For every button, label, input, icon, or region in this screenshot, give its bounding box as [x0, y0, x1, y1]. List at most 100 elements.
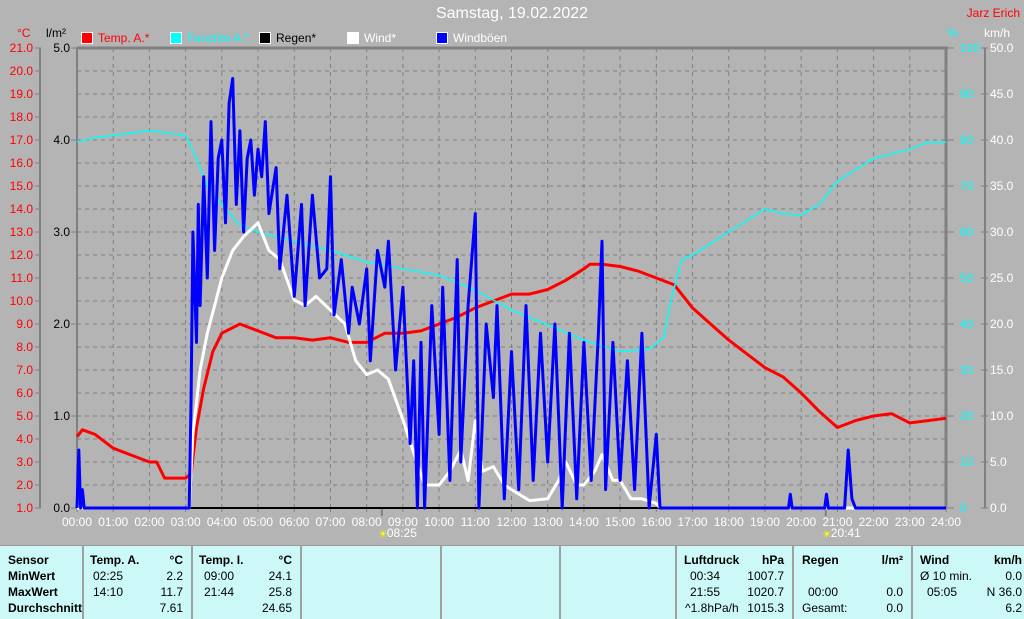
- x-tick-label: 14:00: [569, 515, 599, 529]
- wind-tick-label: 5.0: [990, 455, 1007, 469]
- rain-tick-label: 2.0: [53, 317, 70, 331]
- temp-tick-label: 7.0: [16, 363, 33, 377]
- marker-label: 20:41: [831, 526, 861, 540]
- humidity-tick-label: 0: [960, 501, 967, 515]
- legend-swatch: [170, 32, 182, 44]
- stats-col-temp-indoor: Temp. I. °C 09:00 24.1 21:44 25.8 24.65: [193, 546, 302, 619]
- stats-table: Sensor MinWert MaxWert Durchschnitt Temp…: [0, 545, 1024, 619]
- humidity-axis-unit: %: [947, 26, 958, 40]
- max-time: 05:05: [927, 585, 958, 599]
- temp-axis-unit: °C: [17, 26, 31, 40]
- sensor-header: Sensor: [8, 553, 49, 567]
- col-unit: l/m²: [881, 553, 903, 567]
- legend-swatch: [259, 32, 271, 44]
- min-time: 00:34: [690, 569, 721, 583]
- avg-label: Durchschnitt: [8, 601, 83, 615]
- wind-tick-label: 45.0: [990, 87, 1014, 101]
- rain-axis-unit: l/m²: [46, 26, 66, 40]
- humidity-tick-label: 90: [960, 87, 974, 101]
- humidity-tick-label: 40: [960, 317, 974, 331]
- humidity-tick-label: 30: [960, 363, 974, 377]
- legend-swatch: [81, 32, 93, 44]
- min-time: 02:25: [93, 569, 124, 583]
- x-tick-label: 23:00: [895, 515, 925, 529]
- x-tick-label: 05:00: [243, 515, 273, 529]
- temp-tick-label: 3.0: [16, 455, 33, 469]
- stats-col-wind: Wind km/h Ø 10 min. 0.0 05:05 N 36.0 6.2: [913, 546, 1024, 619]
- legend-gusts: Windböen: [436, 31, 507, 45]
- temp-tick-label: 20.0: [10, 64, 34, 78]
- temp-tick-label: 14.0: [10, 202, 34, 216]
- x-tick-label: 11:00: [461, 515, 490, 529]
- temp-tick-label: 10.0: [10, 294, 34, 308]
- x-tick-label: 02:00: [134, 515, 164, 529]
- legend-label: Feuchte A.*: [187, 31, 250, 45]
- stats-col-empty-1: [302, 546, 442, 619]
- x-tick-label: 19:00: [750, 515, 780, 529]
- avg-value: 24.65: [261, 601, 292, 615]
- x-tick-label: 03:00: [171, 515, 201, 529]
- humidity-tick-label: 100: [960, 41, 980, 55]
- x-tick-label: 08:00: [352, 515, 382, 529]
- temp-tick-label: 2.0: [16, 478, 33, 492]
- rain-tick-label: 1.0: [53, 409, 70, 423]
- col-title: Regen: [802, 553, 839, 567]
- wind-tick-label: 10.0: [990, 409, 1014, 423]
- pressure-current: 1015.3: [747, 601, 784, 615]
- x-tick-label: 15:00: [605, 515, 635, 529]
- temp-tick-label: 13.0: [10, 225, 34, 239]
- col-title: Temp. A.: [90, 553, 140, 567]
- wind-tick-label: 20.0: [990, 317, 1014, 331]
- legend-label: Regen*: [276, 31, 317, 45]
- wind-tick-label: 25.0: [990, 271, 1014, 285]
- col-unit: hPa: [761, 553, 784, 567]
- max-value: 1020.7: [747, 585, 784, 599]
- max-time: 21:55: [690, 585, 721, 599]
- legend-swatch: [436, 32, 448, 44]
- x-tick-label: 07:00: [315, 515, 345, 529]
- x-tick-label: 18:00: [714, 515, 744, 529]
- marker-label: 08:25: [387, 526, 417, 540]
- x-tick-label: 13:00: [533, 515, 563, 529]
- col-title: Luftdruck: [684, 553, 740, 567]
- avg10-value: 0.0: [1005, 569, 1022, 583]
- temp-tick-label: 1.0: [16, 501, 33, 515]
- x-tick-label: 04:00: [207, 515, 237, 529]
- rain-tick-label: 3.0: [53, 225, 70, 239]
- avg-value: 6.2: [1005, 601, 1022, 615]
- humidity-tick-label: 70: [960, 179, 974, 193]
- author-label: Jarz Erich: [966, 6, 1020, 20]
- col-unit: km/h: [993, 553, 1022, 567]
- pressure-trend: ^1.8hPa/h: [685, 601, 739, 615]
- col-unit: °C: [169, 553, 183, 567]
- min-value: 2.2: [166, 569, 183, 583]
- wind-tick-label: 35.0: [990, 179, 1014, 193]
- min-value: 1007.7: [747, 569, 784, 583]
- col-title: Temp. I.: [199, 553, 244, 567]
- max-time: 21:44: [204, 585, 235, 599]
- stats-col-empty-3: [561, 546, 677, 619]
- x-tick-label: 06:00: [279, 515, 309, 529]
- x-tick-label: 24:00: [931, 515, 961, 529]
- wind-tick-label: 30.0: [990, 225, 1014, 239]
- humidity-tick-label: 50: [960, 271, 974, 285]
- x-tick-label: 10:00: [424, 515, 454, 529]
- temp-tick-label: 12.0: [10, 248, 34, 262]
- temp-tick-label: 5.0: [16, 409, 33, 423]
- humidity-tick-label: 20: [960, 409, 974, 423]
- legend-swatch: [347, 32, 359, 44]
- wind-tick-label: 50.0: [990, 41, 1014, 55]
- rain-tick-label: 5.0: [53, 41, 70, 55]
- temp-tick-label: 16.0: [10, 156, 34, 170]
- avg10-label: Ø 10 min.: [920, 569, 973, 583]
- x-tick-label: 01:00: [98, 515, 128, 529]
- stats-col-rain: Regen l/m² 00:00 0.0 Gesamt: 0.0: [794, 546, 913, 619]
- weather-chart: 21.0 20.0 19.0 18.0 17.0 16.0 15.0 14.0 13.0 12.0…: [10, 41, 1014, 541]
- temp-tick-label: 15.0: [10, 179, 34, 193]
- humidity-tick-label: 80: [960, 133, 974, 147]
- avg-value: 7.61: [159, 601, 183, 615]
- x-tick-label: 20:00: [786, 515, 816, 529]
- max-time: 14:10: [93, 585, 124, 599]
- legend-rain: Regen*: [259, 31, 316, 45]
- x-tick-label: 00:00: [62, 515, 92, 529]
